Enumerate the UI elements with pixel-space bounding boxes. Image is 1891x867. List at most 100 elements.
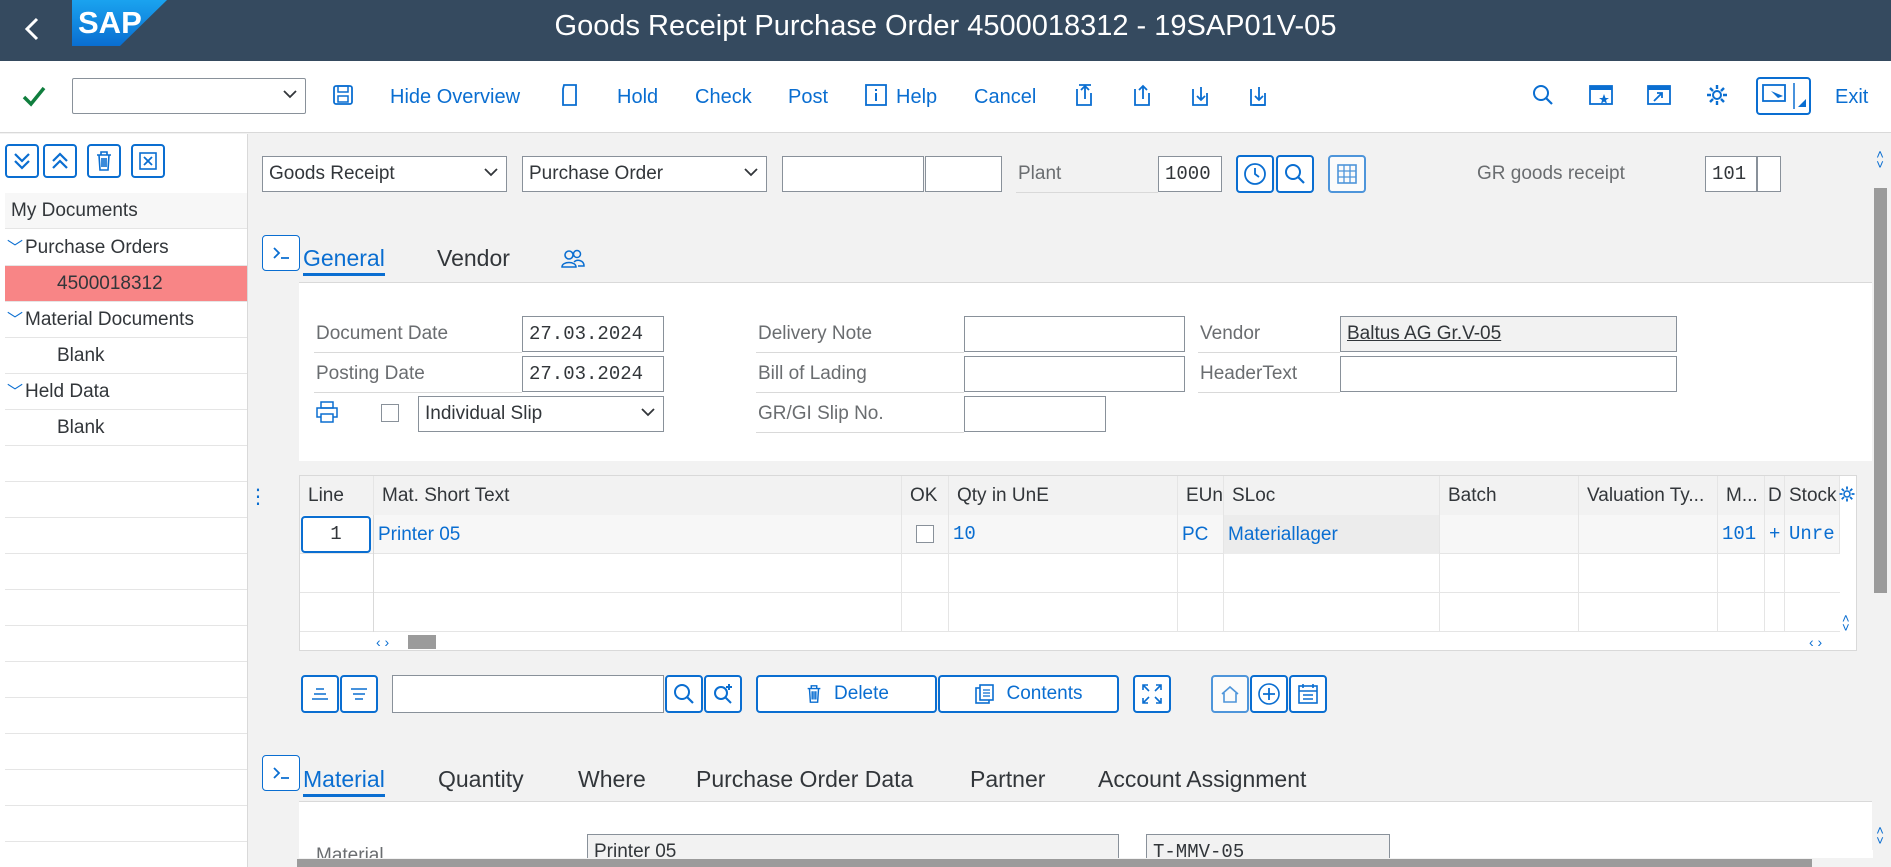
contact-persons-icon[interactable]: [560, 247, 586, 271]
column-header[interactable]: OK: [902, 476, 949, 515]
new-document-icon[interactable]: [556, 83, 584, 111]
header-text-input[interactable]: [1340, 356, 1677, 392]
delete-row-button[interactable]: Delete: [756, 675, 937, 713]
search-next-icon[interactable]: [704, 675, 742, 713]
exit-button[interactable]: Exit: [1835, 83, 1868, 111]
cancel-button[interactable]: Cancel: [974, 83, 1036, 111]
material-number-field[interactable]: T-MMV-05: [1146, 834, 1390, 858]
movement-type-cell[interactable]: 101: [1718, 515, 1765, 554]
search-icon[interactable]: [1276, 155, 1314, 193]
gr-slip-input[interactable]: [964, 396, 1106, 432]
tab-quantity[interactable]: Quantity: [438, 764, 524, 794]
tree-item-blank[interactable]: Blank: [5, 410, 247, 446]
po-number-input[interactable]: [782, 156, 924, 192]
column-header[interactable]: EUn: [1178, 476, 1224, 515]
first-page-icon[interactable]: [1070, 83, 1098, 111]
tree-node-material-documents[interactable]: ﹀ Material Documents: [5, 302, 247, 338]
calendar-icon[interactable]: [1289, 675, 1327, 713]
storage-location-cell[interactable]: Materiallager: [1224, 515, 1440, 554]
tab-partner[interactable]: Partner: [970, 764, 1045, 794]
special-stock-input[interactable]: [1757, 156, 1781, 192]
save-icon[interactable]: [329, 83, 357, 111]
column-header[interactable]: Qty in UnE: [949, 476, 1178, 515]
main-horizontal-scrollbar[interactable]: [262, 858, 1872, 867]
ok-checkbox[interactable]: [916, 525, 934, 543]
main-vertical-scrollbar[interactable]: ˄ ˅ ˄ ˅: [1872, 148, 1888, 850]
home-icon[interactable]: [1211, 675, 1249, 713]
search-icon[interactable]: [665, 675, 703, 713]
tab-vendor[interactable]: Vendor: [437, 243, 510, 273]
column-header[interactable]: M...: [1718, 476, 1765, 515]
slip-type-select[interactable]: Individual Slip: [418, 396, 664, 432]
favorite-window-icon[interactable]: [1587, 83, 1615, 111]
vendor-link[interactable]: Baltus AG Gr.V-05: [1340, 316, 1677, 352]
batch-cell[interactable]: [1440, 515, 1579, 554]
table-search-input[interactable]: [392, 675, 664, 713]
last-page-icon[interactable]: [1244, 83, 1272, 111]
valuation-type-cell[interactable]: [1579, 515, 1718, 554]
expand-all-icon[interactable]: [5, 144, 39, 178]
check-button[interactable]: Check: [695, 83, 752, 111]
settings-icon[interactable]: [1703, 83, 1731, 111]
chevron-down-icon[interactable]: ﹀: [5, 375, 25, 411]
posting-date-input[interactable]: 27.03.2024: [522, 356, 664, 392]
delete-icon[interactable]: [87, 144, 121, 178]
collapse-section-icon[interactable]: [262, 755, 300, 791]
bill-of-lading-input[interactable]: [964, 356, 1185, 392]
sort-ascending-icon[interactable]: [301, 675, 339, 713]
horizontal-scrollbar[interactable]: ‹ › ‹ ›: [374, 633, 1840, 651]
column-header[interactable]: D: [1765, 476, 1785, 515]
table-settings-icon[interactable]: [1838, 485, 1856, 503]
search-icon[interactable]: [1529, 83, 1557, 111]
fullscreen-icon[interactable]: [1133, 675, 1171, 713]
line-number-cell[interactable]: 1: [301, 516, 371, 553]
tab-purchase-order-data[interactable]: Purchase Order Data: [696, 764, 913, 794]
tab-general[interactable]: General: [303, 243, 385, 276]
scroll-thumb[interactable]: [408, 635, 436, 649]
movement-type-input[interactable]: 101: [1705, 156, 1757, 192]
splitter-handle[interactable]: ⋮: [248, 487, 268, 522]
scroll-left-right-icon[interactable]: ‹ ›: [376, 633, 389, 651]
table-row[interactable]: 1 Printer 05 10 PC Materiallager 101 + U…: [300, 515, 1840, 554]
chevron-down-icon[interactable]: ﹀: [5, 231, 25, 267]
tree-node-held-data[interactable]: ﹀ Held Data: [5, 374, 247, 410]
hold-button[interactable]: Hold: [617, 83, 658, 111]
column-header[interactable]: Batch: [1440, 476, 1579, 515]
command-field[interactable]: [72, 78, 306, 114]
tab-material[interactable]: Material: [303, 764, 385, 797]
screen-config-icon[interactable]: [1756, 77, 1811, 115]
tab-account-assignment[interactable]: Account Assignment: [1098, 764, 1306, 794]
tree-item-selected-po[interactable]: 4500018312: [5, 266, 247, 302]
contents-button[interactable]: Contents: [938, 675, 1119, 713]
sort-descending-icon[interactable]: [340, 675, 378, 713]
help-button[interactable]: Help: [896, 83, 937, 111]
document-date-input[interactable]: 27.03.2024: [522, 316, 664, 352]
info-icon[interactable]: [862, 83, 890, 111]
scroll-thumb[interactable]: [297, 859, 1812, 867]
po-item-input[interactable]: [925, 156, 1002, 192]
print-checkbox[interactable]: [381, 404, 399, 422]
delivery-note-input[interactable]: [964, 316, 1185, 352]
new-window-icon[interactable]: [1645, 83, 1673, 111]
history-icon[interactable]: [1236, 155, 1274, 193]
tab-where[interactable]: Where: [578, 764, 646, 794]
column-header[interactable]: Mat. Short Text: [374, 476, 902, 515]
column-header[interactable]: SLoc: [1224, 476, 1440, 515]
action-select[interactable]: Goods Receipt: [262, 156, 507, 192]
material-text-cell[interactable]: Printer 05: [374, 515, 902, 554]
enter-check-icon[interactable]: [20, 83, 48, 111]
vertical-scroll-arrows[interactable]: ˄ ˅: [1842, 612, 1856, 634]
column-header[interactable]: Line: [300, 476, 374, 515]
table-settings-icon[interactable]: [1328, 155, 1366, 193]
stock-type-cell[interactable]: Unre: [1785, 515, 1840, 554]
scroll-down-icon[interactable]: ˄ ˅: [1872, 824, 1888, 848]
collapse-all-icon[interactable]: [43, 144, 77, 178]
scroll-left-right-icon[interactable]: ‹ ›: [1809, 633, 1822, 651]
column-header[interactable]: Stock: [1785, 476, 1840, 515]
hide-overview-button[interactable]: Hide Overview: [390, 83, 520, 111]
tree-item-blank[interactable]: Blank: [5, 338, 247, 374]
tree-node-purchase-orders[interactable]: ﹀ Purchase Orders: [5, 230, 247, 266]
scroll-up-icon[interactable]: ˄ ˅: [1872, 148, 1888, 172]
close-icon[interactable]: [131, 144, 165, 178]
add-icon[interactable]: [1250, 675, 1288, 713]
